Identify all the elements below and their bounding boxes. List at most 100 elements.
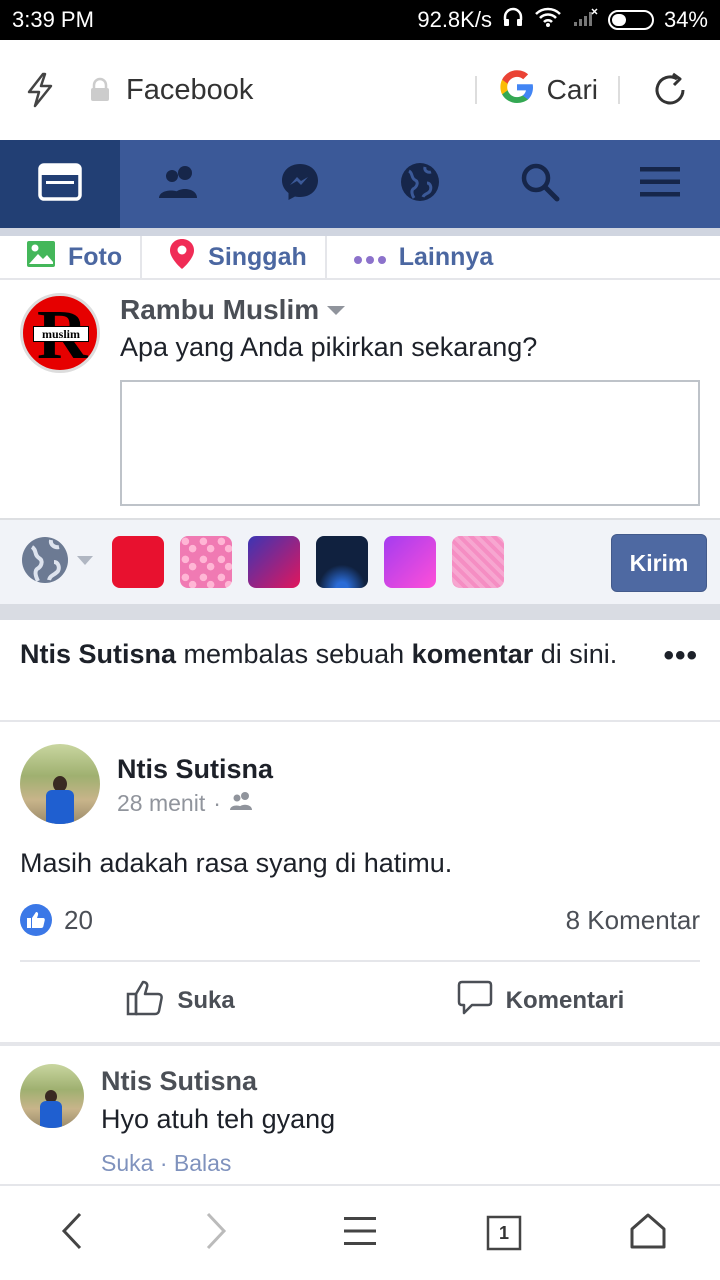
notification-middle: membalas sebuah	[176, 639, 412, 669]
comment-text: Hyo atuh teh gyang	[101, 1104, 336, 1134]
signal-icon	[572, 7, 598, 33]
forward-button[interactable]	[144, 1186, 288, 1280]
battery-level: 34%	[663, 7, 708, 32]
photo-icon	[26, 240, 56, 275]
like-reaction-icon	[20, 904, 52, 936]
tab-notifications[interactable]	[360, 140, 480, 228]
home-button[interactable]	[576, 1186, 720, 1280]
comment-bubble-icon	[456, 979, 494, 1024]
post-body: Masih adakah rasa syang di hatimu.	[20, 848, 453, 878]
reaction-summary[interactable]: 20	[20, 904, 93, 936]
post-composer: R muslim Rambu Muslim Apa yang Anda piki…	[0, 280, 720, 518]
post-author[interactable]: Ntis Sutisna	[117, 754, 273, 785]
tab-news-feed[interactable]	[0, 140, 120, 228]
tab-friends[interactable]	[120, 140, 240, 228]
post-actions: Suka Komentari	[0, 962, 720, 1040]
more-options-icon[interactable]: •••	[663, 638, 698, 674]
like-button[interactable]: Suka	[0, 962, 360, 1040]
audience-user-selector[interactable]: Rambu Muslim	[120, 294, 346, 326]
photo-label: Foto	[68, 242, 123, 271]
reload-icon[interactable]	[620, 69, 720, 111]
back-button[interactable]	[0, 1186, 144, 1280]
check-in-button[interactable]: Singgah	[140, 236, 325, 278]
more-label: Lainnya	[398, 242, 494, 271]
notification-tail: di sini.	[533, 639, 618, 669]
comment-author[interactable]: Ntis Sutisna	[101, 1066, 257, 1097]
submit-post-button[interactable]: Kirim	[611, 534, 707, 592]
status-indicators: 92.8K/s 34%	[417, 6, 708, 34]
photo-button[interactable]: Foto	[0, 236, 140, 278]
location-pin-icon	[168, 237, 196, 278]
lightning-icon[interactable]	[0, 72, 80, 108]
background-swatch-dark-blue[interactable]	[316, 536, 368, 588]
check-in-label: Singgah	[208, 242, 307, 271]
facebook-nav-bar	[0, 140, 720, 228]
more-options-button[interactable]: Lainnya	[324, 236, 511, 278]
search-icon	[519, 161, 561, 208]
section-divider	[0, 604, 720, 620]
avatar-person-figure	[40, 1090, 62, 1128]
menu-button[interactable]	[288, 1186, 432, 1280]
background-swatch-purple-pink-gradient[interactable]	[384, 536, 436, 588]
notification-object[interactable]: komentar	[412, 639, 534, 669]
chevron-down-icon	[327, 305, 346, 315]
messenger-icon	[279, 161, 321, 208]
avatar[interactable]	[20, 744, 100, 824]
more-dots-icon	[353, 243, 387, 272]
network-speed: 92.8K/s	[417, 7, 492, 32]
page-title[interactable]: Facebook	[120, 74, 475, 107]
composer-user-name: Rambu Muslim	[120, 294, 320, 325]
friends-audience-icon	[229, 790, 255, 817]
hamburger-menu-icon	[638, 164, 682, 205]
avatar-person-figure	[46, 776, 74, 824]
headphones-icon	[502, 6, 524, 34]
friends-icon	[155, 164, 205, 205]
post-time[interactable]: 28 menit	[117, 790, 205, 817]
meta-separator: ·	[213, 790, 221, 816]
comment-actions[interactable]: Suka · Balas	[101, 1150, 231, 1177]
like-label: Suka	[177, 987, 235, 1014]
background-swatch-red[interactable]	[112, 536, 164, 588]
notification-text: Ntis Sutisna membalas sebuah komentar di…	[20, 639, 617, 669]
avatar[interactable]	[20, 1064, 84, 1128]
status-time: 3:39 PM	[12, 7, 94, 32]
background-swatch-purple-red-gradient[interactable]	[248, 536, 300, 588]
background-swatch-pink-pattern[interactable]	[452, 536, 504, 588]
google-search-button[interactable]: Cari	[477, 67, 618, 114]
privacy-selector[interactable]	[20, 535, 94, 590]
google-icon	[497, 67, 537, 114]
tabs-button[interactable]: 1	[432, 1186, 576, 1280]
post-stats: 20 8 Komentar	[20, 904, 700, 936]
comment-item: Ntis Sutisna Hyo atuh teh gyang Suka · B…	[0, 1046, 720, 1184]
composer-prompt: Apa yang Anda pikirkan sekarang?	[120, 332, 538, 362]
notification-actor[interactable]: Ntis Sutisna	[20, 639, 176, 669]
comment-count[interactable]: 8 Komentar	[566, 905, 700, 936]
tab-menu[interactable]	[600, 140, 720, 228]
chevron-down-icon	[76, 553, 94, 571]
home-icon	[628, 1212, 668, 1255]
battery-icon	[607, 10, 654, 30]
browser-address-bar: Facebook Cari	[0, 40, 720, 140]
avatar-logo-text: muslim	[33, 326, 89, 342]
like-count: 20	[64, 904, 93, 935]
tab-messenger[interactable]	[240, 140, 360, 228]
tab-count: 1	[498, 1223, 509, 1243]
public-globe-icon	[20, 535, 70, 590]
avatar[interactable]: R muslim	[20, 293, 100, 373]
post-meta: 28 menit ·	[117, 790, 255, 817]
chevron-right-icon	[204, 1211, 228, 1256]
lock-icon	[80, 77, 120, 103]
comment-button[interactable]: Komentari	[360, 962, 720, 1040]
browser-bottom-bar: 1	[0, 1184, 720, 1280]
hamburger-menu-icon	[343, 1215, 377, 1252]
comment-label: Komentari	[505, 987, 625, 1014]
tab-search[interactable]	[480, 140, 600, 228]
chevron-left-icon	[60, 1211, 84, 1256]
search-label: Cari	[546, 74, 598, 105]
tabs-icon: 1	[486, 1215, 522, 1251]
composer-actions: Foto Singgah Lainnya	[0, 236, 720, 280]
background-swatch-pink-hearts[interactable]	[180, 536, 232, 588]
globe-icon	[399, 161, 441, 208]
status-text-input[interactable]	[120, 380, 700, 506]
thumbs-up-icon	[125, 979, 165, 1024]
